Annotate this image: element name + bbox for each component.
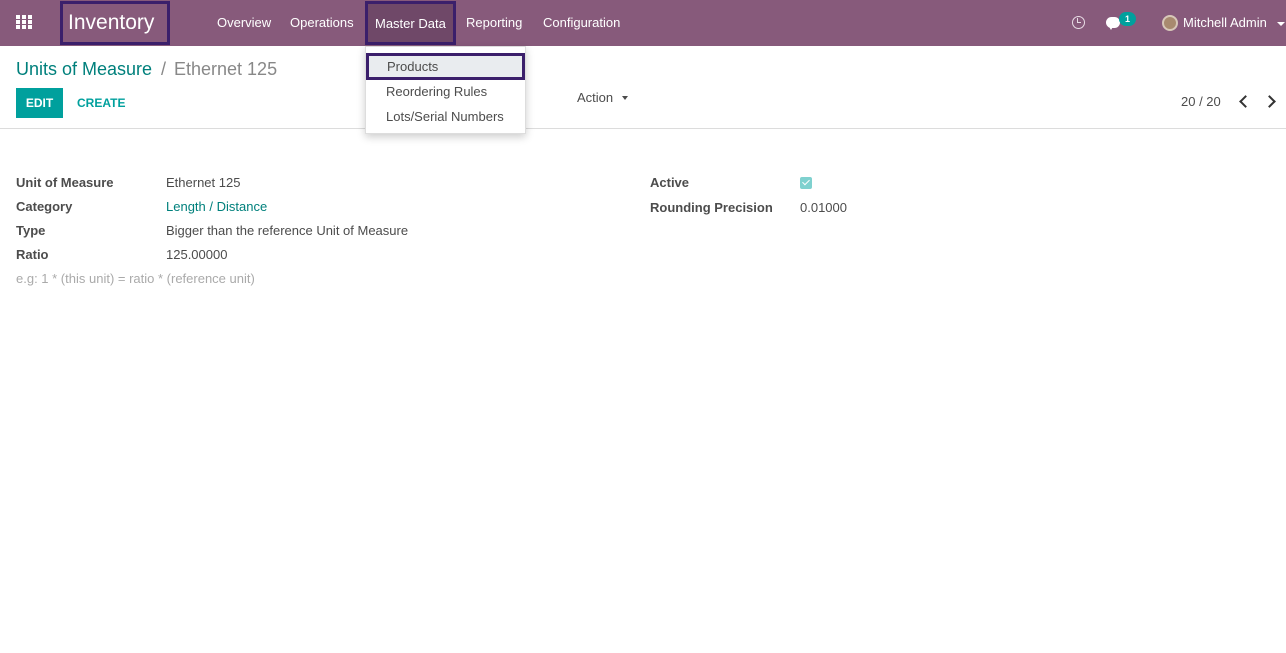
dropdown-item-products[interactable]: Products (366, 53, 525, 80)
active-checkbox[interactable] (800, 177, 812, 189)
rounding-precision-value: 0.01000 (800, 200, 847, 215)
pager-next-icon[interactable] (1263, 95, 1276, 108)
menu-operations[interactable]: Operations (290, 0, 354, 46)
menu-reporting[interactable]: Reporting (466, 0, 522, 46)
app-title[interactable]: Inventory (60, 1, 170, 45)
user-avatar[interactable] (1162, 15, 1178, 31)
message-count-badge: 1 (1119, 12, 1136, 26)
ratio-hint: e.g: 1 * (this unit) = ratio * (referenc… (16, 271, 255, 286)
unit-of-measure-label: Unit of Measure (16, 175, 114, 190)
user-menu[interactable]: Mitchell Admin (1183, 0, 1267, 46)
master-data-dropdown: Products Reordering Rules Lots/Serial Nu… (365, 46, 526, 134)
menu-master-data[interactable]: Master Data (365, 1, 456, 45)
activity-clock-icon[interactable] (1072, 16, 1085, 29)
unit-of-measure-value: Ethernet 125 (166, 175, 241, 190)
type-label: Type (16, 223, 46, 238)
dropdown-item-lots-serial-numbers[interactable]: Lots/Serial Numbers (386, 109, 504, 124)
breadcrumb-parent[interactable]: Units of Measure (16, 59, 152, 80)
type-value: Bigger than the reference Unit of Measur… (166, 223, 409, 238)
rounding-precision-label: Rounding Precision (650, 200, 773, 215)
menu-overview[interactable]: Overview (217, 0, 271, 46)
category-label: Category (16, 199, 73, 214)
edit-button[interactable]: EDIT (16, 88, 63, 118)
pager-previous-icon[interactable] (1239, 95, 1252, 108)
breadcrumb-separator: / (161, 59, 167, 79)
ratio-value: 125.00000 (166, 247, 228, 262)
active-label: Active (650, 175, 690, 190)
menu-configuration[interactable]: Configuration (543, 0, 620, 46)
messages-icon[interactable] (1106, 17, 1120, 30)
apps-grid-icon[interactable] (16, 15, 33, 29)
control-panel-divider (0, 128, 1286, 129)
top-navbar: Inventory Overview Operations Master Dat… (0, 0, 1286, 46)
action-caret-icon[interactable] (622, 96, 628, 100)
create-button[interactable]: CREATE (77, 88, 125, 118)
category-link[interactable]: Length / Distance (166, 199, 267, 214)
breadcrumb-current: Ethernet 125 (174, 59, 278, 79)
user-caret-icon[interactable] (1277, 22, 1285, 26)
action-menu-button[interactable]: Action (577, 86, 613, 110)
ratio-label: Ratio (16, 247, 49, 262)
dropdown-item-reordering-rules[interactable]: Reordering Rules (386, 84, 487, 99)
pager-value[interactable]: 20 / 20 (1181, 94, 1221, 109)
